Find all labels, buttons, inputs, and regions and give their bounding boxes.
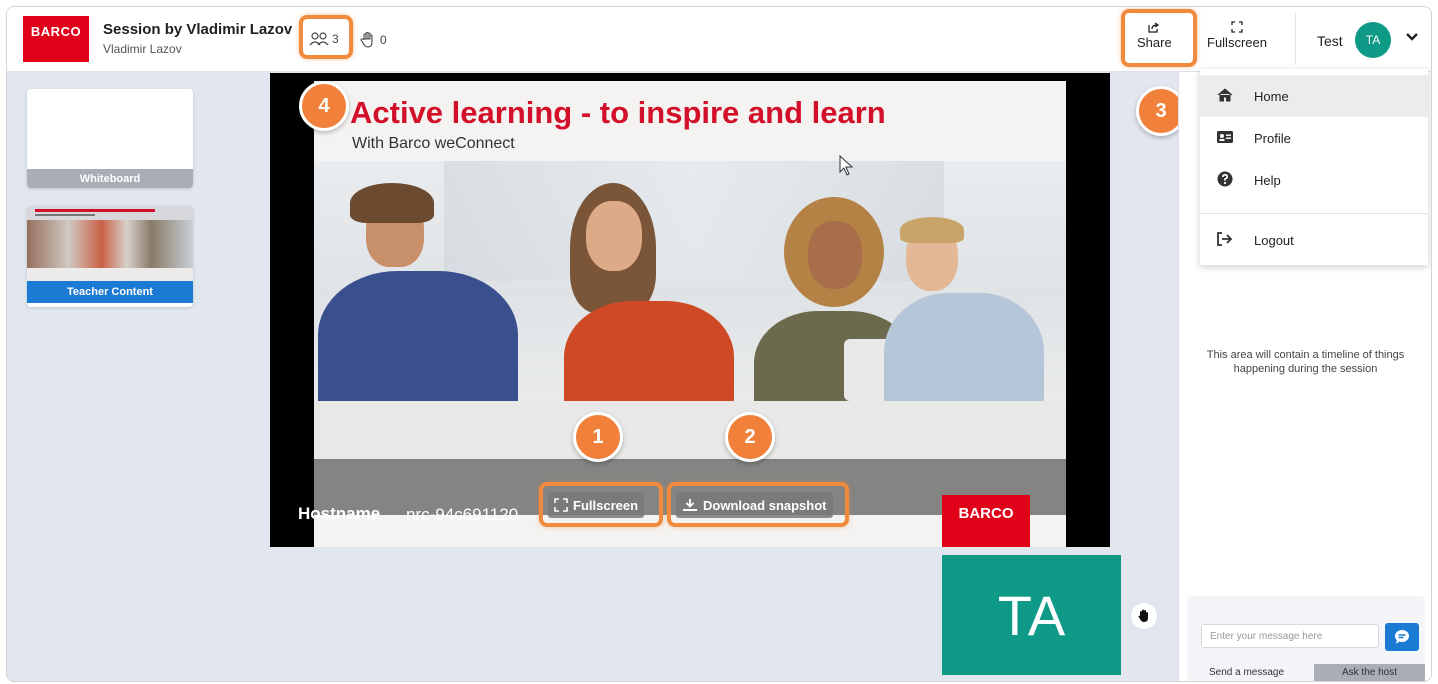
menu-item-label: Logout: [1254, 232, 1294, 248]
participant-video-tile[interactable]: TA: [942, 555, 1121, 675]
user-dropdown-menu: Home Profile Help Logout: [1200, 69, 1428, 265]
hand-icon: [1138, 609, 1148, 622]
hostname-label: Hostname: [298, 504, 381, 523]
raise-hand-button[interactable]: [1131, 603, 1157, 629]
slide: Active learning - to inspire and learn W…: [314, 81, 1066, 547]
user-avatar[interactable]: TA: [1355, 22, 1391, 58]
chat-box: Enter your message here Send a message A…: [1187, 596, 1425, 681]
shared-content-viewer: Active learning - to inspire and learn W…: [270, 73, 1110, 547]
raised-hands-counter[interactable]: 0: [359, 31, 387, 49]
menu-item-logout[interactable]: Logout: [1200, 219, 1428, 261]
barco-slide-logo: BARCO: [942, 495, 1030, 547]
sidebar-item-whiteboard[interactable]: Whiteboard: [27, 89, 193, 188]
app-window: BARCO Session by Vladimir Lazov Vladimir…: [6, 6, 1432, 682]
chat-message-input[interactable]: Enter your message here: [1201, 624, 1379, 648]
chevron-down-icon[interactable]: [1405, 29, 1419, 47]
teacher-content-preview: [27, 206, 193, 281]
highlight-share: [1121, 9, 1197, 67]
user-name[interactable]: Test: [1317, 33, 1343, 49]
hand-icon: [360, 31, 373, 48]
highlight-download-snapshot: [667, 482, 849, 527]
tab-ask-host[interactable]: Ask the host: [1314, 664, 1425, 681]
slide-subtitle: With Barco weConnect: [352, 135, 515, 152]
callout-badge-1: 1: [573, 412, 623, 462]
tab-send-message[interactable]: Send a message: [1187, 664, 1306, 681]
menu-item-help[interactable]: Help: [1200, 159, 1428, 201]
slide-title: Active learning - to inspire and learn: [350, 95, 886, 130]
session-title: Session by Vladimir Lazov: [103, 21, 293, 38]
timeline-placeholder: This area will contain a timeline of thi…: [1206, 349, 1405, 375]
fullscreen-icon: [1207, 21, 1267, 35]
hostname-value: nrc-94c691120: [406, 505, 519, 524]
question-icon: [1212, 171, 1238, 190]
home-icon: [1212, 87, 1238, 105]
whiteboard-preview: [27, 89, 193, 169]
desk: [314, 401, 1066, 461]
menu-item-label: Home: [1254, 88, 1289, 104]
callout-badge-4: 4: [299, 81, 349, 131]
session-host: Vladimir Lazov: [103, 42, 182, 56]
menu-divider: [1200, 213, 1428, 214]
menu-item-label: Profile: [1254, 130, 1291, 146]
hands-count: 0: [380, 33, 387, 47]
highlight-slide-fullscreen: [539, 482, 663, 527]
barco-logo: BARCO: [23, 16, 89, 62]
sidebar-item-label: Whiteboard: [27, 169, 193, 188]
menu-item-profile[interactable]: Profile: [1200, 117, 1428, 159]
cursor-icon: [839, 155, 854, 176]
menu-item-home[interactable]: Home: [1200, 75, 1428, 117]
id-card-icon: [1212, 130, 1238, 147]
header-divider: [1295, 13, 1296, 65]
menu-item-label: Help: [1254, 172, 1281, 188]
fullscreen-button[interactable]: Fullscreen: [1207, 21, 1267, 50]
sidebar-item-teacher-content[interactable]: Teacher Content: [27, 206, 193, 307]
header: BARCO Session by Vladimir Lazov Vladimir…: [7, 7, 1431, 72]
highlight-participants: [299, 15, 353, 59]
sidebar-item-label: Teacher Content: [27, 281, 193, 303]
send-message-button[interactable]: [1385, 623, 1419, 651]
classroom-photo: [314, 155, 1066, 461]
fullscreen-label: Fullscreen: [1207, 35, 1267, 50]
logout-icon: [1212, 231, 1238, 249]
callout-badge-2: 2: [725, 412, 775, 462]
chat-icon: [1395, 630, 1409, 644]
